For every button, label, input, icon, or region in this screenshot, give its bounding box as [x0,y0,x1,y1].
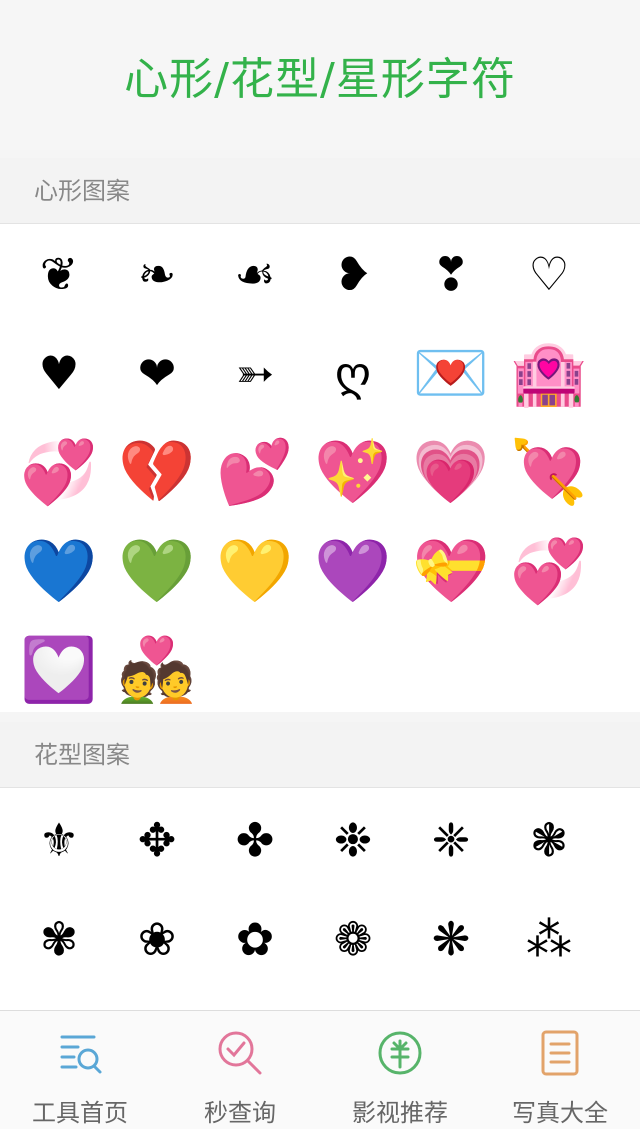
symbol-glyph: ❉ [333,812,373,867]
symbol-cell[interactable]: 💔 [108,422,206,521]
symbol-glyph: 💘 [510,434,588,508]
tab-label: 秒查询 [204,1099,276,1127]
film-icon [378,1031,422,1075]
symbol-cell[interactable]: ❉ [304,790,402,889]
symbol-cell[interactable]: 🏩 [500,323,598,422]
symbol-glyph: 💞 [510,533,588,607]
symbol-cell[interactable]: ❁ [304,889,402,988]
tab-film-recommend[interactable]: 影视推荐 [320,1011,480,1129]
symbol-cell[interactable]: 💖 [304,422,402,521]
symbol-glyph: ✾ [39,911,79,966]
symbol-cell[interactable]: ✿ [206,889,304,988]
symbol-cell[interactable]: ➳ [206,323,304,422]
tools-icon [60,1035,102,1074]
symbol-cell[interactable]: 💛 [206,521,304,620]
symbol-glyph: ❧ [137,246,177,301]
symbol-glyph: ❈ [431,812,471,867]
symbol-glyph: 💚 [118,533,196,607]
symbol-glyph: ❋ [431,911,471,966]
symbol-glyph: ➳ [235,345,275,400]
tab-photo-gallery[interactable]: 写真大全 [480,1011,640,1129]
symbol-cell[interactable]: 💜 [304,521,402,620]
symbol-cell[interactable]: ⁂ [500,889,598,988]
bottom-tab-bar: 工具首页 秒查询 影视推荐 写真大全 [0,1010,640,1129]
hearts-grid: ❦ ❧ ☙ ❥ ❣ ♡ ♥ ❤ ➳ ღ 💌 🏩 💞 💔 💕 💖 💗 💘 💙 💚 💛 💜 💝 💞 💟 💑 [0,224,640,719]
symbol-cell[interactable]: 💚 [108,521,206,620]
symbol-cell[interactable]: ღ [304,323,402,422]
page-header: 心形/花型/星形字符 [0,0,640,150]
tab-label: 写真大全 [512,1099,608,1127]
symbol-cell[interactable]: ✾ [10,889,108,988]
symbol-cell[interactable]: ♥ [10,323,108,422]
symbol-cell[interactable]: 💞 [500,521,598,620]
symbol-cell[interactable]: ☙ [206,224,304,323]
symbol-cell[interactable]: 💞 [10,422,108,521]
symbol-cell[interactable]: 💗 [402,422,500,521]
symbol-glyph: 💗 [412,434,490,508]
symbol-glyph: ❣ [431,246,471,301]
symbol-glyph: ✿ [235,911,275,966]
symbol-cell[interactable]: 💘 [500,422,598,521]
symbol-glyph: 💟 [20,632,98,706]
symbol-cell[interactable]: 💝 [402,521,500,620]
symbol-glyph: ✤ [235,812,275,867]
section-title-flowers: 花型图案 [0,722,640,788]
symbol-glyph: 💖 [314,434,392,508]
symbol-glyph: ❀ [137,911,177,966]
symbol-cell[interactable]: ❋ [402,889,500,988]
symbol-glyph: 💛 [216,533,294,607]
symbol-cell[interactable]: 💙 [10,521,108,620]
symbol-cell[interactable]: ❤ [108,323,206,422]
symbol-cell[interactable]: 💌 [402,323,500,422]
symbol-glyph: 💝 [412,533,490,607]
symbol-cell[interactable]: 💕 [206,422,304,521]
symbol-glyph: 💞 [20,434,98,508]
tab-label: 工具首页 [32,1099,128,1127]
flowers-grid-area: ⚜ ✥ ✤ ❉ ❈ ❃ ✾ ❀ ✿ ❁ ❋ ⁂ [0,788,640,1010]
symbol-glyph: 🏩 [510,335,588,409]
symbol-glyph: ⁂ [526,911,572,966]
symbol-cell[interactable]: ✥ [108,790,206,889]
symbol-glyph: 💕 [216,434,294,508]
symbol-cell[interactable]: ❧ [108,224,206,323]
symbol-glyph: ❃ [529,812,569,867]
symbol-cell[interactable]: ⚜ [10,790,108,889]
symbol-glyph: ❤ [137,345,177,400]
tab-quick-search[interactable]: 秒查询 [160,1011,320,1129]
symbol-glyph: ⚜ [38,812,80,867]
symbol-glyph: ❦ [39,246,79,301]
symbol-glyph: ♡ [528,246,570,301]
symbol-cell[interactable]: ❦ [10,224,108,323]
symbol-glyph: ✥ [137,812,177,867]
symbol-cell[interactable]: ✤ [206,790,304,889]
symbol-cell[interactable]: ❀ [108,889,206,988]
tab-label: 影视推荐 [352,1099,448,1127]
symbol-cell[interactable]: 💟 [10,620,108,719]
symbol-cell[interactable]: ❈ [402,790,500,889]
symbol-glyph: 💜 [314,533,392,607]
symbol-glyph: 💌 [412,335,490,409]
tab-tools-home[interactable]: 工具首页 [0,1011,160,1129]
symbol-cell[interactable]: 💑 [108,620,206,719]
flowers-grid: ⚜ ✥ ✤ ❉ ❈ ❃ ✾ ❀ ✿ ❁ ❋ ⁂ [0,788,640,988]
page-title: 心形/花型/星形字符 [124,54,516,105]
symbol-cell[interactable]: ❃ [500,790,598,889]
symbol-glyph: ღ [334,345,372,400]
symbol-glyph: ♥ [38,345,80,400]
symbol-cell[interactable]: ❣ [402,224,500,323]
symbol-glyph: ☙ [234,246,276,301]
search-icon [218,1031,262,1075]
symbol-cell[interactable]: ❥ [304,224,402,323]
document-icon [541,1030,579,1076]
symbol-glyph: 💑 [118,632,196,706]
symbol-cell[interactable]: ♡ [500,224,598,323]
symbol-glyph: 💔 [118,434,196,508]
symbol-glyph: 💙 [20,533,98,607]
symbol-glyph: ❥ [333,246,373,301]
section-title-hearts: 心形图案 [0,158,640,224]
symbol-glyph: ❁ [333,911,373,966]
hearts-grid-area: ❦ ❧ ☙ ❥ ❣ ♡ ♥ ❤ ➳ ღ 💌 🏩 💞 💔 💕 💖 💗 💘 💙 💚 💛 💜 💝 💞 💟 💑 [0,224,640,712]
